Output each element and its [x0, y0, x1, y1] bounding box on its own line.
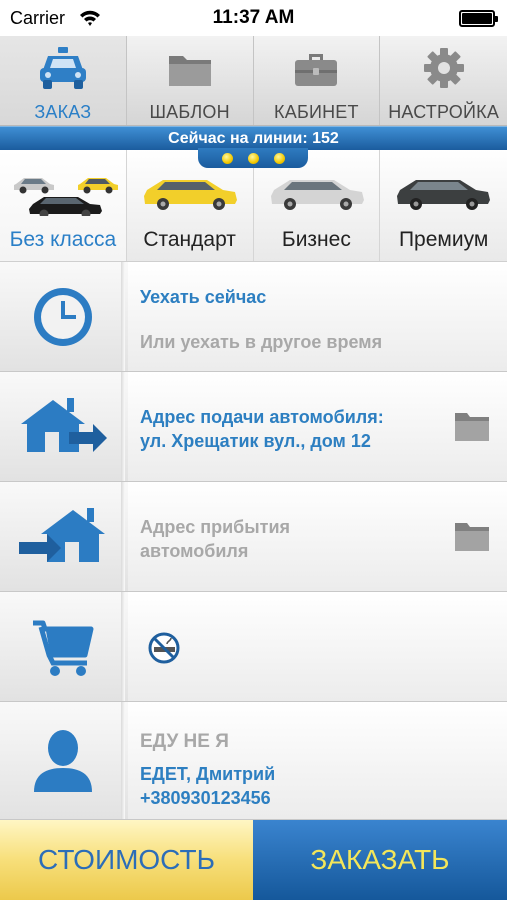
- indicator-dot: [222, 153, 233, 164]
- tab-settings[interactable]: НАСТРОЙКА: [380, 36, 507, 125]
- place-order-button[interactable]: ЗАКАЗАТЬ: [253, 820, 507, 900]
- tab-template[interactable]: ШАБЛОН: [127, 36, 254, 125]
- leave-now-option[interactable]: Уехать сейчас: [140, 285, 266, 309]
- silver-car-icon: [270, 180, 364, 210]
- main-tab-bar: ЗАКАЗ ШАБЛОН КАБИНЕТ НАСТРОЙКА: [0, 36, 507, 126]
- indicator-dot: [274, 153, 285, 164]
- home-in-arrow-icon: [18, 507, 105, 562]
- tab-cabinet[interactable]: КАБИНЕТ: [254, 36, 381, 125]
- clock: 11:37 AM: [212, 7, 295, 28]
- bottom-action-bar: СТОИМОСТЬ ЗАКАЗАТЬ: [0, 820, 507, 900]
- tab-order[interactable]: ЗАКАЗ: [0, 36, 127, 125]
- pickup-address-label: Адрес подачи автомобиля:: [140, 407, 384, 427]
- class-standard-label: Стандарт: [143, 228, 236, 251]
- destination-address-row[interactable]: Адрес прибытия автомобиля: [0, 482, 507, 592]
- leave-later-option[interactable]: Или уехать в другое время: [140, 330, 382, 354]
- extra-options-row[interactable]: [0, 592, 507, 702]
- class-premium-label: Премиум: [398, 228, 489, 251]
- tab-template-label: ШАБЛОН: [149, 102, 230, 122]
- destination-saved-addresses-folder-icon[interactable]: [453, 519, 491, 553]
- tab-cabinet-label: КАБИНЕТ: [274, 102, 359, 122]
- class-business-label: Бизнес: [281, 228, 351, 251]
- calculate-cost-button[interactable]: СТОИМОСТЬ: [0, 820, 253, 900]
- online-indicator-tab: [198, 148, 308, 168]
- dark-car-icon: [397, 180, 491, 210]
- passenger-name: ЕДЕТ, Дмитрий: [140, 764, 276, 784]
- pickup-address-value[interactable]: ул. Хрещатик вул., дом 12: [140, 429, 371, 453]
- class-no-class[interactable]: Без класса: [0, 150, 127, 261]
- no-smoking-icon[interactable]: [148, 632, 180, 664]
- class-premium[interactable]: Премиум: [380, 150, 507, 261]
- online-drivers-banner: Сейчас на линии: 152: [0, 126, 507, 150]
- gear-icon: [423, 48, 464, 88]
- departure-time-row[interactable]: Уехать сейчас Или уехать в другое время: [0, 262, 507, 372]
- battery-icon: [459, 10, 498, 27]
- tab-order-label: ЗАКАЗ: [34, 102, 92, 122]
- shopping-cart-icon: [32, 620, 93, 676]
- yellow-taxi-car-icon: [143, 180, 237, 210]
- mixed-cars-icon: [14, 178, 118, 216]
- person-icon: [33, 729, 92, 792]
- passenger-phone: +380930123456: [140, 788, 271, 808]
- status-bar: Carrier 11:37 AM: [0, 0, 507, 36]
- clock-icon: [33, 287, 92, 346]
- indicator-dot: [248, 153, 259, 164]
- someone-else-riding-toggle[interactable]: ЕДУ НЕ Я: [140, 730, 229, 754]
- online-drivers-count: Сейчас на линии: 152: [168, 130, 339, 147]
- home-out-arrow-icon: [20, 397, 107, 452]
- briefcase-icon: [295, 54, 338, 86]
- pickup-saved-addresses-folder-icon[interactable]: [453, 409, 491, 443]
- class-no-class-label: Без класса: [9, 228, 117, 251]
- folder-icon: [168, 56, 211, 86]
- destination-address-placeholder-line2[interactable]: автомобиля: [140, 539, 248, 563]
- tab-settings-label: НАСТРОЙКА: [388, 102, 500, 122]
- pickup-address-row[interactable]: Адрес подачи автомобиля: ул. Хрещатик ву…: [0, 372, 507, 482]
- taxi-car-icon: [39, 47, 86, 89]
- destination-address-placeholder-line1[interactable]: Адрес прибытия: [140, 515, 290, 539]
- passenger-row[interactable]: ЕДУ НЕ Я ЕДЕТ, Дмитрий +380930123456: [0, 702, 507, 820]
